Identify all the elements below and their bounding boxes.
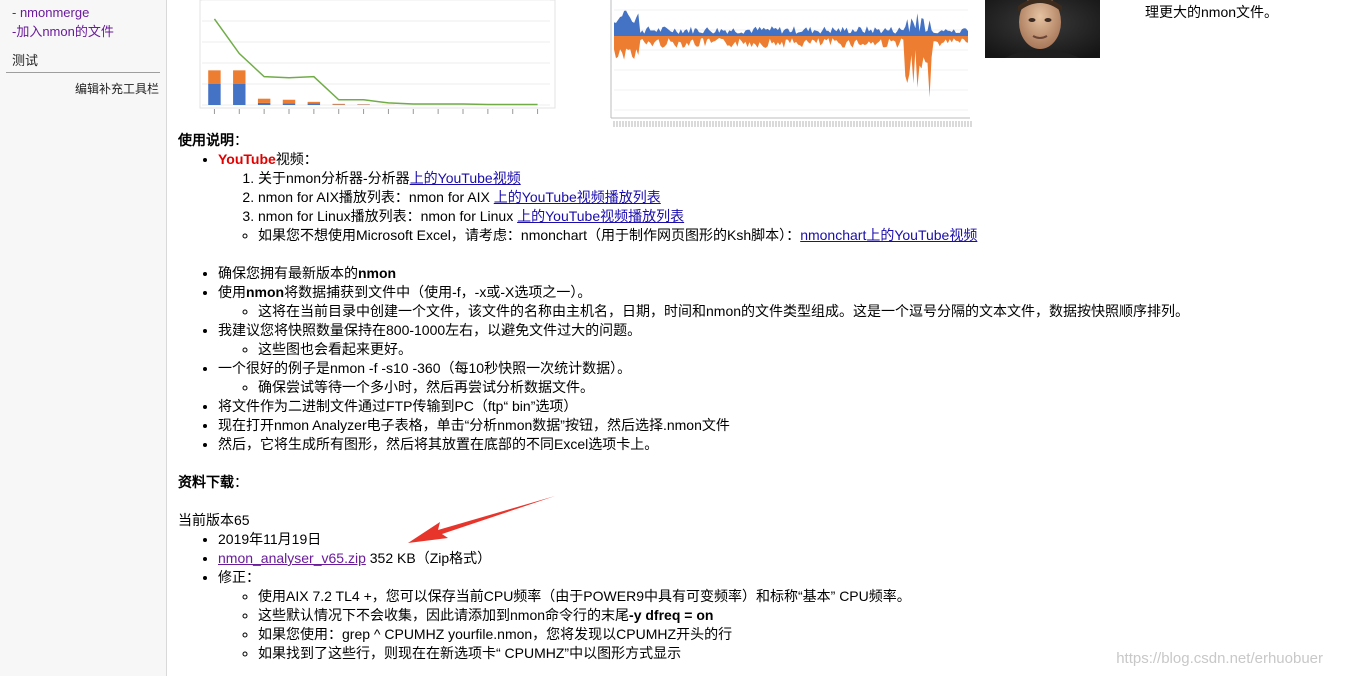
video-item: nmon for Linux播放列表：nmon for Linux 上的YouT… (258, 207, 1328, 226)
download-heading-colon: ： (234, 474, 248, 490)
fix-list-item: 使用AIX 7.2 TL4 +，您可以保存当前CPU频率（由于POWER9中具有… (258, 587, 1328, 606)
nmonmerge-link[interactable]: - nmonmerge (12, 5, 89, 20)
list-item: 确保您拥有最新版本的nmon (218, 264, 1328, 283)
list-item: 将文件作为二进制文件通过FTP传输到PC（ftp“ bin”选项） (218, 397, 1328, 416)
video-item-text: nmon for AIX播放列表：nmon for AIX (258, 189, 494, 205)
video-item: 关于nmon分析器-分析器上的YouTube视频 (258, 169, 1328, 188)
aix-playlist-link[interactable]: 上的YouTube视频播放列表 (494, 189, 661, 205)
file-info: 352 KB（Zip格式） (365, 550, 492, 566)
download-heading: 资料下载 (178, 474, 234, 490)
fix-text: 这些默认情况下不会收集，因此请添加到nmon命令行的末尾 (258, 607, 630, 623)
list-item: 我建议您将快照数量保持在800-1000左右，以避免文件过大的问题。 这些图也会… (218, 321, 1328, 359)
bar-segment-orange (208, 70, 221, 84)
bar-segment-blue (282, 103, 296, 105)
usage-heading-row: 使用说明： (178, 131, 1328, 150)
bar-segment-blue (257, 102, 271, 105)
download-zip-link[interactable]: nmon_analyser_v65.zip (218, 550, 366, 566)
watermark: https://blog.csdn.net/erhuobuer (1116, 650, 1323, 667)
excel-note-text: 如果您不想使用Microsoft Excel，请考虑：nmonchart（用于制… (258, 227, 801, 243)
sub-list: 这将在当前目录中创建一个文件，该文件的名称由主机名，日期，时间和nmon的文件类… (218, 302, 1328, 321)
usage-heading-colon: ： (234, 132, 248, 148)
list-item-text: 将数据捕获到文件中（使用-f，-x或-X选项之一）。 (284, 284, 592, 300)
sub-list-item: 这些图也会看起来更好。 (258, 340, 1328, 359)
fix-label: 修正： (218, 569, 260, 585)
bar-segment-blue (208, 84, 221, 105)
list-item: 然后，它将生成所有图形，然后将其放置在底部的不同Excel选项卡上。 (218, 435, 1328, 454)
add-nmon-file-link[interactable]: -加入nmon的文件 (12, 21, 114, 40)
edit-toolbar-link[interactable]: 编辑补充工具栏 (75, 80, 159, 97)
usage-list: YouTube视频： 关于nmon分析器-分析器上的YouTube视频 nmon… (178, 150, 1328, 454)
fix-list-item: 这些默认情况下不会收集，因此请添加到nmon命令行的末尾-y dfreq = o… (258, 606, 1328, 625)
dfreq-option: -y dfreq = on (629, 607, 714, 623)
nmonchart-video-link[interactable]: nmonchart上的YouTube视频 (800, 227, 977, 243)
download-heading-row: 资料下载： (178, 473, 1328, 492)
nmon-bold: nmon (246, 284, 285, 300)
list-item: 一个很好的例子是nmon -f -s10 -360（每10秒快照一次统计数据）。… (218, 359, 1328, 397)
download-list: 2019年11月19日 nmon_analyser_v65.zip 352 KB… (178, 530, 1328, 663)
main-content: 使用说明： YouTube视频： 关于nmon分析器-分析器上的YouTube视… (178, 131, 1328, 663)
presenter-photo (985, 0, 1100, 58)
list-item-text: 我建议您将快照数量保持在800-1000左右，以避免文件过大的问题。 (218, 322, 642, 338)
video-suffix: 视频： (275, 151, 318, 167)
current-version: 当前版本65 (178, 512, 250, 528)
excel-note: 如果您不想使用Microsoft Excel，请考虑：nmonchart（用于制… (258, 226, 1328, 245)
bar-segment-orange (307, 101, 321, 104)
list-item-text: 一个很好的例子是nmon -f -s10 -360（每10秒快照一次统计数据）。 (218, 360, 632, 376)
list-item: 使用nmon将数据捕获到文件中（使用-f，-x或-X选项之一）。 这将在当前目录… (218, 283, 1328, 321)
youtube-item: YouTube视频： 关于nmon分析器-分析器上的YouTube视频 nmon… (218, 150, 1328, 264)
bar-segment-orange (257, 98, 271, 103)
usage-heading: 使用说明 (178, 132, 234, 148)
sub-list: 确保尝试等待一个多小时，然后再尝试分析数据文件。 (218, 378, 1328, 397)
stacked-bar-chart (190, 0, 565, 125)
video-list: 关于nmon分析器-分析器上的YouTube视频 nmon for AIX播放列… (218, 169, 1328, 226)
sub-list-item: 这将在当前目录中创建一个文件，该文件的名称由主机名，日期，时间和nmon的文件类… (258, 302, 1328, 321)
bar-segment-orange (282, 99, 296, 104)
video-item-text: 关于nmon分析器-分析器 (258, 170, 410, 186)
bar-segment-blue (307, 103, 321, 105)
bar-segment-blue (233, 84, 246, 105)
linux-playlist-link[interactable]: 上的YouTube视频播放列表 (517, 208, 684, 224)
release-date: 2019年11月19日 (218, 530, 1328, 549)
test-label[interactable]: 测试 (12, 50, 38, 69)
list-item-text: 确保您拥有最新版本的 (218, 265, 358, 281)
sub-list-item: 确保尝试等待一个多小时，然后再尝试分析数据文件。 (258, 378, 1328, 397)
youtube-video-link[interactable]: 上的YouTube视频 (410, 170, 521, 186)
bar-segment-orange (332, 103, 345, 105)
nmon-bold: nmon (358, 265, 397, 281)
youtube-label: YouTube (218, 151, 276, 167)
fix-item: 修正： 使用AIX 7.2 TL4 +，您可以保存当前CPU频率（由于POWER… (218, 568, 1328, 663)
sidebar: - nmonmerge -加入nmon的文件 测试 编辑补充工具栏 (0, 0, 167, 676)
video-item: nmon for AIX播放列表：nmon for AIX 上的YouTube视… (258, 188, 1328, 207)
sidebar-divider (6, 72, 160, 73)
list-item-text: 使用 (218, 284, 246, 300)
download-item: nmon_analyser_v65.zip 352 KB（Zip格式） (218, 549, 1328, 568)
bar-segment-orange (233, 70, 246, 84)
excel-note-list: 如果您不想使用Microsoft Excel，请考虑：nmonchart（用于制… (218, 226, 1328, 245)
video-item-text: nmon for Linux播放列表：nmon for Linux (258, 208, 518, 224)
list-item: 现在打开nmon Analyzer电子表格，单击“分析nmon数据”按钮，然后选… (218, 416, 1328, 435)
sub-list: 这些图也会看起来更好。 (218, 340, 1328, 359)
side-description: 理更大的nmon文件。 (1145, 4, 1279, 20)
fix-list-item: 如果您使用：grep ^ CPUMHZ yourfile.nmon，您将发现以C… (258, 625, 1328, 644)
area-chart (608, 0, 973, 130)
